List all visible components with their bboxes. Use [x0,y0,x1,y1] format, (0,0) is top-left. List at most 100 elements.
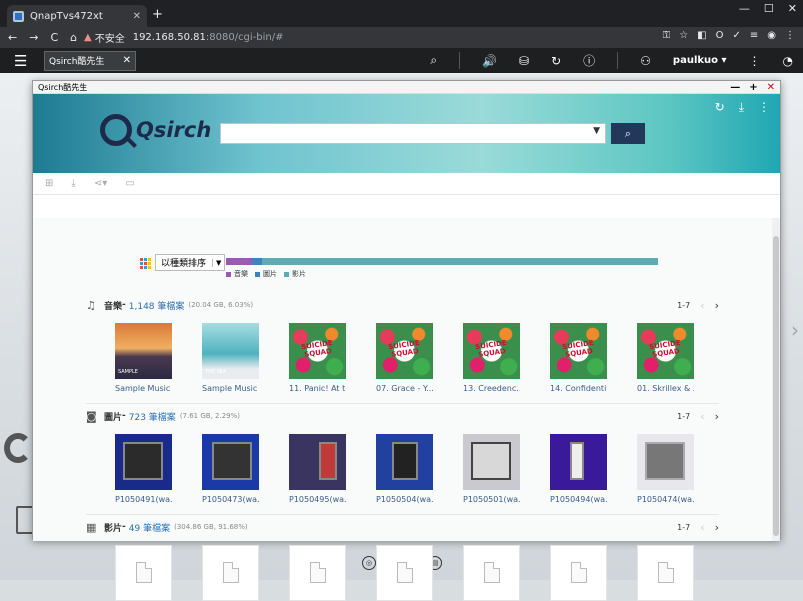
main-menu-icon[interactable]: ☰ [14,52,36,70]
usage-bar-music [226,258,253,265]
photo-item[interactable]: P1050495(wa... [289,434,346,504]
download-icon[interactable]: ⤓ [739,100,744,115]
user-icon[interactable]: ⚇ [640,54,651,68]
minimize-button[interactable]: — [739,2,750,15]
toolbar-download-icon[interactable]: ⤓ [71,178,75,189]
video-item[interactable] [202,545,259,601]
video-count-link[interactable]: 49 筆檔案 [129,521,170,534]
sync-icon[interactable]: ↻ [551,54,561,68]
warning-icon[interactable]: ▲ [84,32,92,43]
music-prev-icon[interactable]: ‹ [700,299,704,312]
forward-icon[interactable]: → [29,31,38,44]
photo-next-icon[interactable]: › [715,410,719,423]
photo-item[interactable]: P1050491(wa... [115,434,172,504]
key-icon[interactable]: ⚿ [663,30,671,41]
sort-dropdown[interactable]: 以種類排序 ▼ [155,254,226,271]
photo-thumbnail [376,434,433,490]
legend-video-label: 影片 [292,270,306,278]
window-maximize-button[interactable]: + [749,82,757,93]
music-next-icon[interactable]: › [715,299,719,312]
photo-thumbnail [202,434,259,490]
search-icon[interactable]: ⌕ [430,53,437,68]
browser-tab[interactable]: QnapTvs472xt ✕ [7,5,147,27]
share-icon[interactable]: ⋖▾ [94,178,107,189]
video-file-icon [289,545,346,601]
maximize-button[interactable]: ☐ [764,2,774,15]
video-item[interactable] [550,545,607,601]
window-titlebar[interactable]: Qsirch酷先生 — + ✕ [33,81,780,94]
new-tab-button[interactable]: + [152,7,163,22]
settings-menu-icon[interactable]: ⋮ [758,100,770,115]
select-all-icon[interactable]: ⊞ [45,178,53,189]
section-divider [86,403,719,404]
music-item[interactable]: SUICIDE SQUAD 13. Creedenc... [463,323,520,393]
photo-item[interactable]: P1050504(wa... [376,434,433,504]
home-icon[interactable]: ⌂ [70,31,77,44]
photo-prev-icon[interactable]: ‹ [700,410,704,423]
photo-item[interactable]: P1050473(wa... [202,434,259,504]
video-item[interactable] [637,545,694,601]
photo-range: 1-7 [677,411,691,421]
open-folder-icon[interactable]: ▭ [125,178,134,189]
close-window-button[interactable]: ✕ [788,2,797,15]
back-icon[interactable]: ← [8,31,17,44]
more-options-icon[interactable]: ⋮ [749,54,761,68]
url-field[interactable]: ▲ 不安全 192.168.50.81 :8080/cgi-bin/# [84,30,284,45]
volume-icon[interactable]: 🔊 [482,54,497,68]
extension-check-icon[interactable]: ✓ [732,30,740,41]
music-item[interactable]: SAMPLE Sample Music 1 [115,323,172,393]
results-scrollbar[interactable] [772,218,780,541]
insecure-label[interactable]: 不安全 [95,30,125,45]
app-tab-close-icon[interactable]: ✕ [123,55,131,66]
music-item[interactable]: SUICIDE SQUAD 11. Panic! At t... [289,323,346,393]
profile-avatar-icon[interactable]: ◉ [767,30,776,41]
music-count-link[interactable]: 1,148 筆檔案 [129,299,185,312]
photo-size: (7.61 GB, 2.29%) [179,412,240,420]
video-prev-icon[interactable]: ‹ [700,521,704,534]
search-options-dropdown-icon[interactable]: ▼ [593,126,600,136]
item-caption: 13. Creedenc... [463,384,520,393]
music-section-title: 音樂 [104,301,123,312]
photo-item[interactable]: P1050501(wa... [463,434,520,504]
category-grid-icon [140,257,151,269]
desktop-next-arrow-icon[interactable]: › [791,318,799,342]
user-menu[interactable]: paulkuo ▾ [673,55,727,66]
dashboard-icon[interactable]: ◔ [783,54,793,68]
refresh-icon[interactable]: ↻ [715,100,725,115]
album-art: SUICIDE SQUAD [289,323,346,379]
item-caption: P1050473(wa... [202,495,259,504]
legend-music-label: 音樂 [234,270,248,278]
browser-menu-icon[interactable]: ⋮ [785,30,795,41]
translate-icon[interactable]: ◧ [697,30,706,41]
tab-close-icon[interactable]: ✕ [133,11,141,22]
music-item[interactable]: SUICIDE SQUAD 01. Skrillex & ... [637,323,694,393]
bookmark-star-icon[interactable]: ☆ [679,30,688,41]
video-item[interactable] [289,545,346,601]
window-minimize-button[interactable]: — [730,82,740,93]
info-icon[interactable]: ⓘ [583,52,595,69]
music-item[interactable]: SUICIDE SQUAD 14. Confidenti... [550,323,607,393]
music-item[interactable]: THE SEA Sample Music 2 [202,323,259,393]
video-item[interactable] [376,545,433,601]
opera-icon[interactable]: O [716,30,724,41]
window-close-button[interactable]: ✕ [767,82,775,93]
reload-icon[interactable]: C [50,31,58,44]
scrollbar-thumb[interactable] [773,236,779,536]
background-task-icon[interactable]: ⛁ [519,54,529,68]
item-caption: 14. Confidenti... [550,384,607,393]
video-next-icon[interactable]: › [715,521,719,534]
desktop-app-icon[interactable] [4,433,32,463]
search-button[interactable]: ⌕ [611,123,645,144]
photo-count-link[interactable]: 723 筆檔案 [129,410,176,423]
search-input[interactable]: ▼ [220,123,606,144]
legend-music: 音樂 [226,269,248,279]
video-file-icon [202,545,259,601]
video-item[interactable] [115,545,172,601]
photo-item[interactable]: P1050474(wa... [637,434,694,504]
qsirch-app-tab[interactable]: Qsirch酷先生 ✕ [44,50,136,71]
item-caption: P1050504(wa... [376,495,433,504]
music-item[interactable]: SUICIDE SQUAD 07. Grace - Y... [376,323,433,393]
video-item[interactable] [463,545,520,601]
photo-item[interactable]: P1050494(wa... [550,434,607,504]
extension-list-icon[interactable]: ≡ [750,30,758,41]
